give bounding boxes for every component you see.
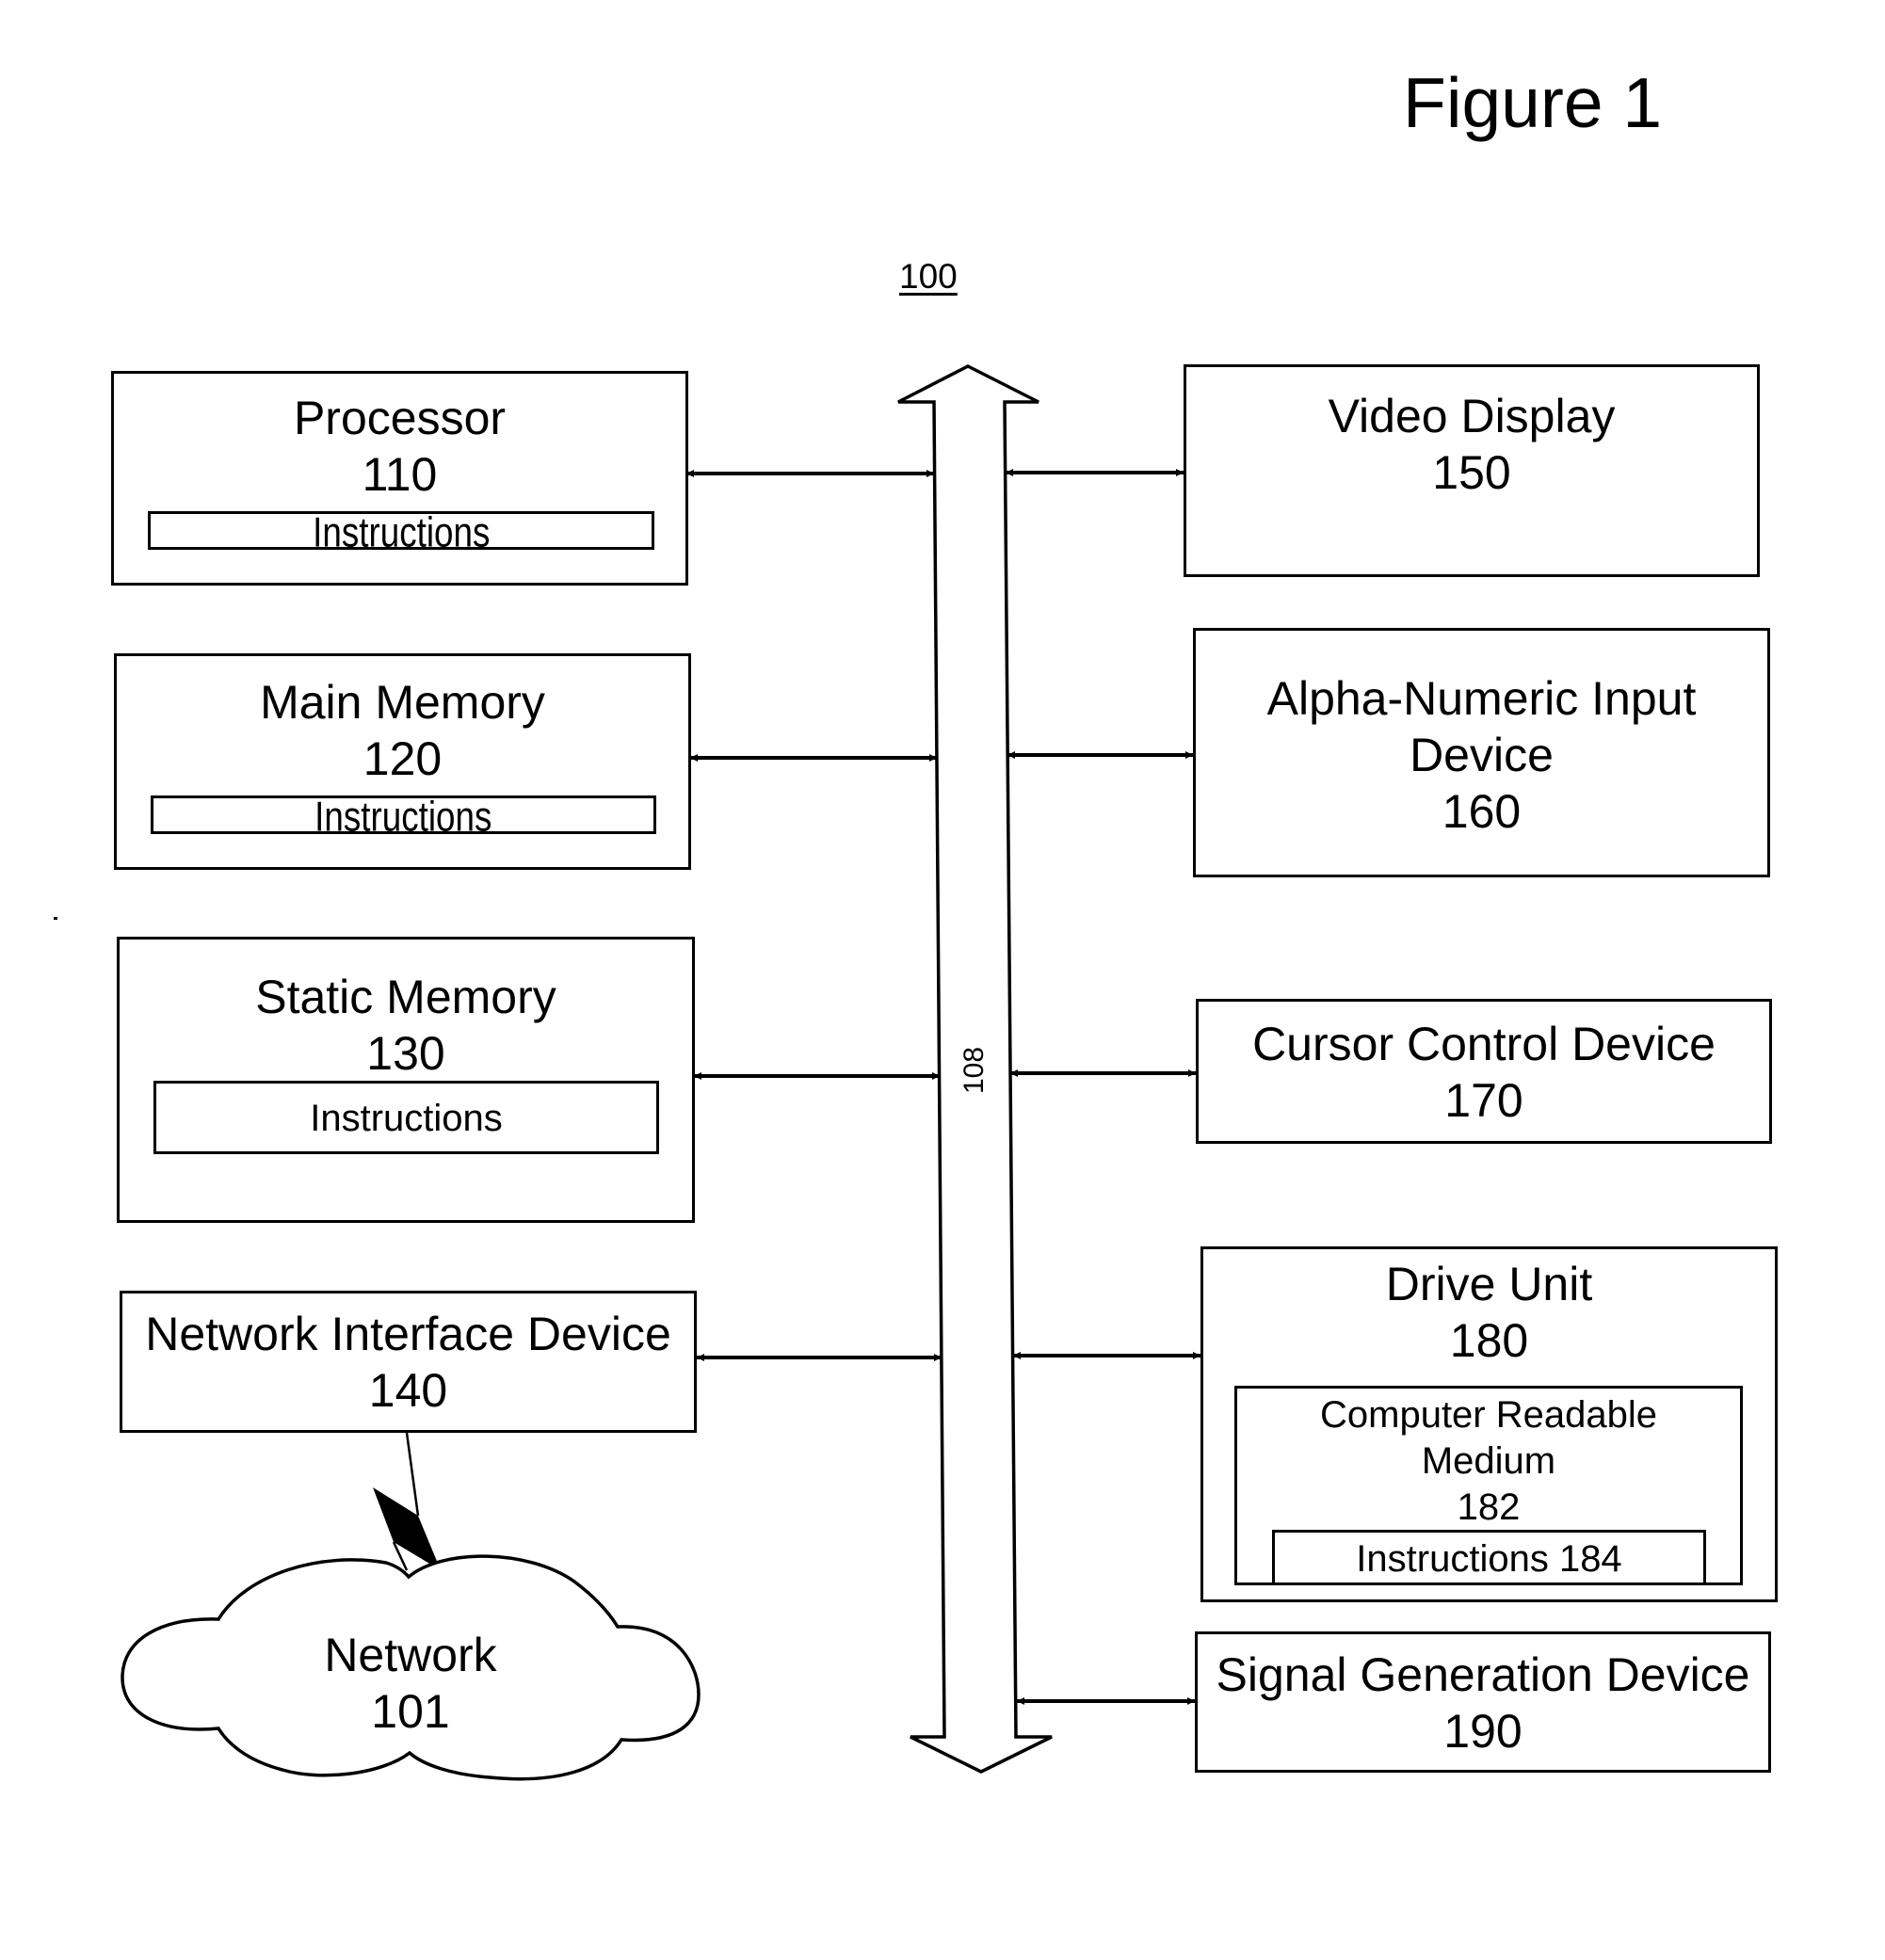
cursor-control-ref: 170 [1444,1074,1523,1127]
computer-readable-medium-box[interactable]: Computer Readable Medium 182 Instruction… [1234,1386,1743,1585]
alpha-numeric-input-device-box[interactable]: Alpha-Numeric Input Device 160 [1193,628,1770,877]
drive-unit-ref: 180 [1449,1314,1529,1367]
cursor-control-title: Cursor Control Device [1252,1018,1716,1070]
instructions-184-box[interactable]: Instructions 184 [1272,1530,1706,1585]
alpha-numeric-title-line1: Alpha-Numeric Input [1266,672,1697,725]
static-memory-instructions-label: Instructions [310,1098,503,1139]
wireless-link-lightning-icon [373,1432,441,1571]
main-memory-box[interactable]: Main Memory 120 Instructions [114,653,691,870]
processor-ref: 110 [362,448,438,501]
network-interface-device-ref: 140 [368,1364,448,1417]
network-title: Network [324,1629,497,1681]
network-ref: 101 [371,1685,450,1738]
video-display-ref: 150 [1432,446,1511,499]
alpha-numeric-ref: 160 [1442,785,1522,838]
signal-generation-ref: 190 [1443,1705,1522,1758]
crm-title-line2: Medium [1421,1440,1556,1482]
processor-instructions-label: Instructions [312,509,491,556]
crm-ref: 182 [1457,1486,1521,1528]
bus-reference-label: 108 [959,1046,990,1095]
instructions-184-label: Instructions 184 [1356,1538,1622,1580]
processor-box[interactable]: Processor 110 Instructions [111,371,688,586]
static-memory-box[interactable]: Static Memory 130 Instructions [117,937,695,1223]
static-memory-title: Static Memory [255,971,556,1023]
network-interface-device-title: Network Interface Device [145,1308,671,1360]
processor-title: Processor [293,392,507,444]
static-memory-instructions-box[interactable]: Instructions [153,1081,659,1154]
right-connectors [1006,469,1200,1705]
static-memory-ref: 130 [366,1027,445,1080]
main-memory-title: Main Memory [260,676,545,729]
signal-generation-device-box[interactable]: Signal Generation Device 190 [1195,1631,1771,1773]
network-interface-device-box[interactable]: Network Interface Device 140 [120,1291,697,1433]
main-memory-instructions-label: Instructions [314,794,492,841]
video-display-title: Video Display [1328,390,1616,442]
signal-generation-title: Signal Generation Device [1216,1648,1750,1701]
main-memory-ref: 120 [362,732,443,785]
alpha-numeric-title-line2: Device [1410,729,1554,781]
cursor-control-device-box[interactable]: Cursor Control Device 170 [1196,999,1772,1144]
video-display-box[interactable]: Video Display 150 [1184,364,1760,577]
crm-title-line1: Computer Readable [1320,1394,1657,1436]
main-memory-instructions-box[interactable]: Instructions [151,795,656,838]
drive-unit-title: Drive Unit [1385,1258,1593,1310]
processor-instructions-box[interactable]: Instructions [148,511,654,554]
left-connectors [686,470,942,1361]
drive-unit-box[interactable]: Drive Unit 180 Computer Readable Medium … [1200,1246,1778,1602]
